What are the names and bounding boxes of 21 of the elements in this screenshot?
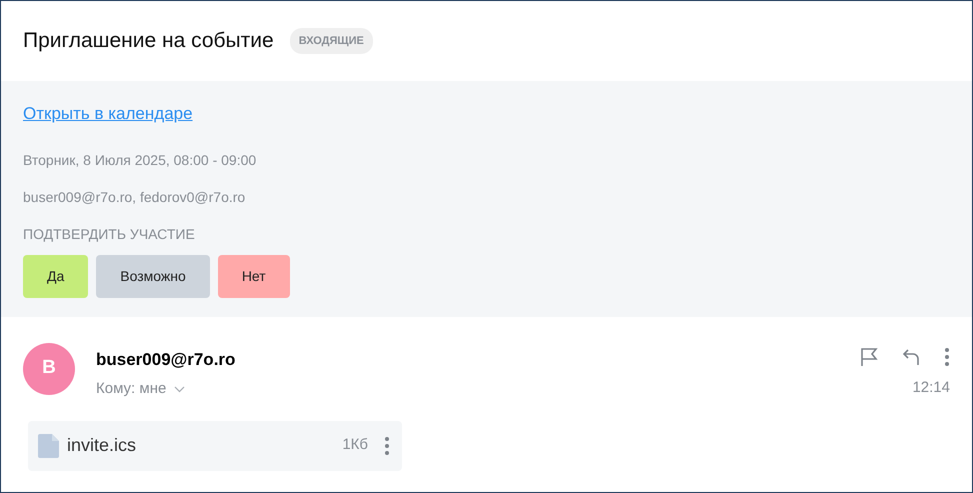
chevron-icon[interactable] [174, 386, 186, 393]
sender-address: buser009@r7o.ro [96, 348, 236, 370]
event-date: Вторник, 8 Июля 2025, 08:00 - 09:00 [23, 150, 256, 170]
message-subject: Приглашение на событие [23, 28, 274, 54]
more-icon[interactable] [384, 436, 390, 456]
attachment-card[interactable]: invite.ics 1Кб [28, 420, 402, 470]
message-time: 12:14 [912, 378, 950, 398]
rsvp-button[interactable]: Да [23, 254, 88, 298]
rsvp-button[interactable]: Нет [218, 254, 290, 298]
file-size: 1Кб [342, 435, 368, 456]
rsvp-button[interactable]: Возможно [96, 254, 210, 298]
file-icon [38, 434, 59, 458]
flag-icon[interactable] [860, 346, 878, 366]
rsvp-label: ПОДТВЕРДИТЬ УЧАСТИЕ [23, 224, 195, 244]
attendee-list: buser009@r7o.ro, fedorov0@r7o.ro [23, 186, 246, 208]
reply-icon[interactable] [902, 348, 920, 366]
folder-badge: ВХОДЯЩИЕ [290, 28, 373, 54]
recipient-label: Кому: мне [96, 379, 166, 399]
file-name: invite.ics [67, 434, 138, 457]
avatar: B [23, 342, 75, 394]
more-icon[interactable] [944, 346, 950, 366]
